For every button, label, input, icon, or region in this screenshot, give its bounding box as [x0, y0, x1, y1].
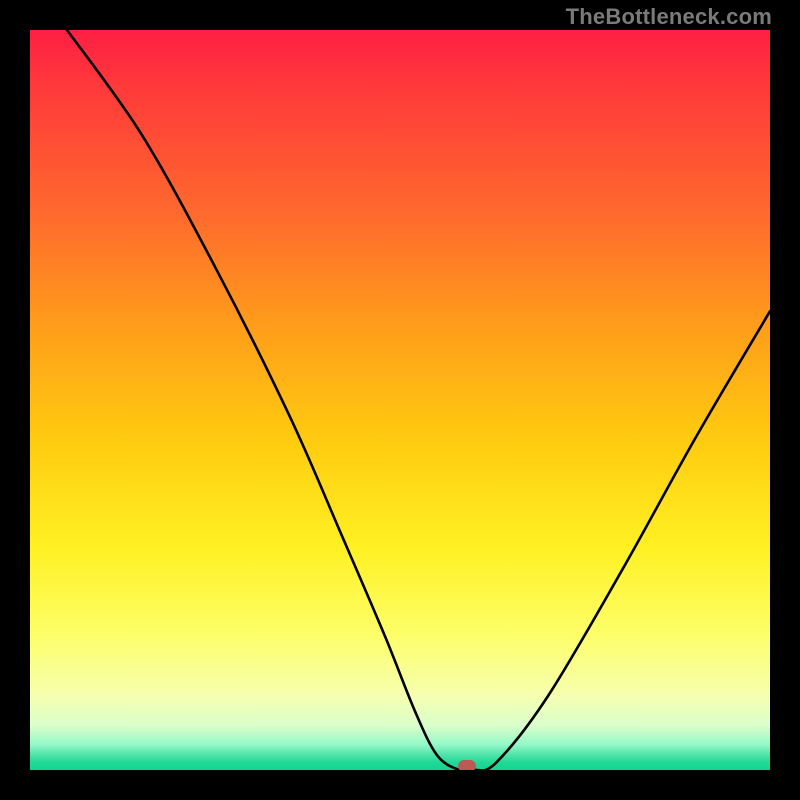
watermark-text: TheBottleneck.com: [566, 4, 772, 30]
plot-area: [30, 30, 770, 770]
chart-frame: TheBottleneck.com: [0, 0, 800, 800]
optimal-point-marker: [458, 760, 476, 770]
curve-layer: [30, 30, 770, 770]
bottleneck-curve: [67, 30, 770, 770]
